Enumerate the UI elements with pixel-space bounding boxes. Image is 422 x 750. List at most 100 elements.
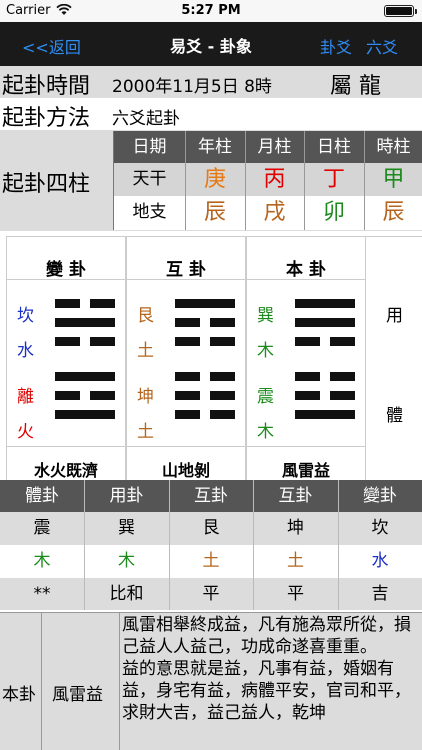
gua-cell: 艮: [202, 518, 220, 538]
divider: [253, 480, 254, 610]
upper-element: 水: [17, 341, 34, 361]
datetime-value: 2000年11月5日 8時: [112, 77, 272, 97]
hexagram-name: 水火既濟: [33, 461, 98, 480]
method-value: 六爻起卦: [112, 109, 180, 129]
explanation-panel: 本卦 風雷益 風雷相舉終成益，凡有施為眾所從，損己益人人益己，功成命遂喜重重。 …: [0, 612, 422, 750]
hexagram-title: 本 卦: [286, 260, 326, 280]
upper-element: 木: [257, 341, 274, 361]
four-pillars-table: 日期 年柱 月柱 日柱 時柱 天干 庚 丙 丁 甲 地支 辰 戌 卯 辰: [113, 131, 422, 230]
upper-gua: 艮: [137, 306, 154, 326]
explain-kind-label: 本卦: [2, 685, 36, 705]
divider: [304, 131, 305, 230]
upper-gua: 坎: [17, 306, 34, 326]
relation-header-cell: 變卦: [363, 486, 397, 506]
gua-yao-button[interactable]: 卦爻: [320, 34, 352, 58]
mutual-hexagram: 互 卦 艮 土 坤 土 山地剝: [126, 237, 246, 481]
judgement-cell: 平: [287, 584, 304, 604]
time-label: 起卦時間: [2, 74, 91, 99]
lower-element: 火: [17, 422, 34, 442]
gua-cell: 巽: [118, 518, 135, 538]
divider: [364, 131, 365, 230]
lower-gua: 坤: [137, 387, 154, 407]
pillars-header: 日期 年柱 月柱 日柱 時柱: [114, 131, 422, 163]
lower-element: 木: [257, 422, 274, 442]
judgement-cell: 吉: [371, 584, 389, 604]
branch-label: 地支: [132, 202, 167, 222]
divider: [247, 279, 365, 280]
pillars-label: 起卦四柱: [2, 172, 91, 197]
year-stem: 庚: [203, 167, 226, 192]
upper-element: 土: [137, 341, 154, 361]
time-row: 起卦時間 2000年11月5日 8時 屬 龍: [0, 66, 422, 99]
lower-gua: 震: [257, 387, 274, 407]
hour-branch: 辰: [382, 200, 405, 225]
pillar-header-date: 日期: [132, 137, 167, 157]
page-title: 易爻 - 卦象: [170, 37, 252, 56]
clock: 5:27 PM: [181, 3, 241, 18]
judgement-cell: **: [33, 584, 51, 604]
hexagram-title: 互 卦: [166, 260, 206, 280]
hexagram-panel: 變 卦 坎 水 離 火 水火既濟 互 卦 艮 土 坤 土 山地剝 本 卦 巽 木…: [6, 236, 422, 481]
gua-cell: 坤: [287, 518, 304, 538]
method-label: 起卦方法: [2, 106, 91, 131]
element-cell: 土: [202, 551, 220, 571]
year-branch: 辰: [203, 200, 226, 225]
stem-label: 天干: [132, 169, 167, 189]
divider: [338, 480, 339, 610]
relation-header-cell: 用卦: [109, 486, 144, 506]
element-row: 木 木 土 土 水: [0, 545, 422, 578]
hexagram-name: 山地剝: [161, 461, 210, 480]
battery-icon: [384, 5, 417, 17]
hour-stem: 甲: [382, 167, 405, 192]
gua-cell: 震: [33, 518, 51, 538]
liu-yao-button[interactable]: 六爻: [366, 34, 398, 58]
zodiac-value: 屬 龍: [330, 74, 381, 99]
day-branch: 卯: [322, 200, 345, 225]
element-cell: 木: [118, 551, 135, 571]
divider: [127, 279, 245, 280]
judgement-cell: 比和: [109, 584, 144, 604]
relation-header: 體卦 用卦 互卦 互卦 變卦: [0, 480, 422, 512]
divider: [185, 131, 186, 230]
divider: [169, 480, 170, 610]
branch-row: 地支 辰 戌 卯 辰: [114, 196, 422, 230]
element-cell: 水: [371, 551, 389, 571]
hexagram-name: 風雷益: [281, 461, 330, 480]
upper-gua: 巽: [257, 306, 274, 326]
pillar-header-hour: 時柱: [376, 137, 411, 157]
method-row: 起卦方法 六爻起卦: [0, 99, 422, 131]
judgement-row: ** 比和 平 平 吉: [0, 578, 422, 610]
explain-kind: 本卦: [0, 613, 42, 750]
month-branch: 戌: [263, 200, 286, 225]
status-bar: Carrier 5:27 PM: [0, 0, 422, 22]
yong-label: 用: [386, 306, 403, 326]
lower-gua: 離: [17, 387, 34, 407]
hexagram-title: 變 卦: [46, 260, 86, 280]
pillar-header-day: 日柱: [317, 137, 351, 157]
ti-label: 體: [386, 406, 403, 426]
pillar-header-year: 年柱: [198, 137, 232, 157]
divider: [84, 480, 85, 610]
element-cell: 土: [287, 551, 304, 571]
element-cell: 木: [33, 551, 51, 571]
stem-row: 天干 庚 丙 丁 甲: [114, 163, 422, 196]
divider: [247, 446, 365, 447]
explain-name: 風雷益: [42, 613, 120, 750]
month-stem: 丙: [263, 167, 286, 192]
gua-row: 震 巽 艮 坤 坎: [0, 512, 422, 545]
divider: [7, 279, 125, 280]
divider: [127, 446, 245, 447]
explanation-meaning: 益的意思就是益，凡事有益，婚姻有益，身宅有益，病體平安，官司和平，求財大吉，益己…: [122, 659, 411, 723]
original-hexagram: 本 卦 巽 木 震 木 風雷益: [246, 237, 366, 481]
changed-hexagram: 變 卦 坎 水 離 火 水火既濟: [6, 237, 126, 481]
divider: [245, 131, 246, 230]
relation-table: 體卦 用卦 互卦 互卦 變卦 震 巽 艮 坤 坎 木 木 土 土 水 ** 比和…: [0, 480, 422, 610]
explain-name-label: 風雷益: [52, 685, 103, 705]
explanation-text[interactable]: 風雷相舉終成益，凡有施為眾所從，損己益人人益己，功成命遂喜重重。 益的意思就是益…: [122, 614, 418, 724]
relation-header-cell: 體卦: [25, 486, 59, 506]
pillar-header-month: 月柱: [257, 137, 292, 157]
judgement-cell: 平: [202, 584, 220, 604]
gua-cell: 坎: [371, 518, 389, 538]
lower-element: 土: [137, 422, 154, 442]
nav-bar: <<返回 易爻 - 卦象 卦爻 六爻: [0, 22, 422, 66]
